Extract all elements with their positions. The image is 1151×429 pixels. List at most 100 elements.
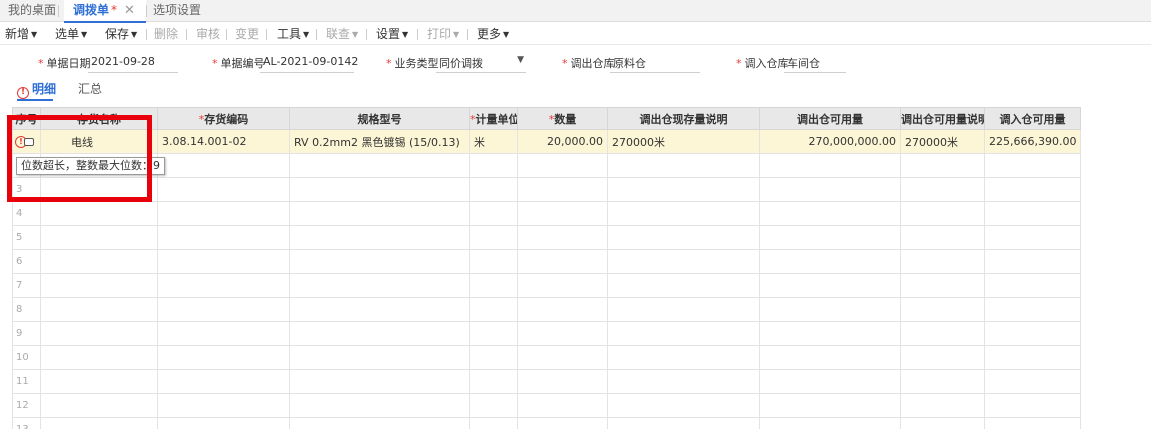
empty-cell[interactable] (40, 369, 158, 394)
table-row[interactable]: 10 (12, 345, 1081, 370)
empty-cell[interactable] (469, 201, 518, 226)
empty-cell[interactable] (759, 177, 901, 202)
col-out-avail-header[interactable]: 调出仓可用量 (759, 107, 901, 130)
empty-cell[interactable] (759, 225, 901, 250)
empty-cell[interactable] (157, 153, 290, 178)
empty-cell[interactable] (607, 153, 760, 178)
col-out-stock-desc-header[interactable]: 调出仓现存量说明 (607, 107, 760, 130)
empty-cell[interactable] (517, 273, 608, 298)
empty-cell[interactable] (157, 297, 290, 322)
table-row[interactable]: 3 (12, 177, 1081, 202)
empty-cell[interactable] (289, 417, 470, 429)
empty-cell[interactable] (984, 369, 1081, 394)
empty-cell[interactable] (517, 153, 608, 178)
empty-cell[interactable] (289, 201, 470, 226)
empty-cell[interactable] (984, 297, 1081, 322)
empty-cell[interactable] (517, 201, 608, 226)
empty-cell[interactable] (759, 393, 901, 418)
empty-cell[interactable] (289, 369, 470, 394)
empty-cell[interactable] (607, 417, 760, 429)
empty-cell[interactable] (289, 225, 470, 250)
col-code-header[interactable]: *存货编码 (157, 107, 290, 130)
empty-cell[interactable] (759, 249, 901, 274)
out-warehouse-input[interactable]: 原料仓 (610, 55, 700, 73)
empty-cell[interactable] (759, 153, 901, 178)
empty-cell[interactable] (469, 225, 518, 250)
save-button[interactable]: 保存 ▼ (105, 23, 137, 45)
empty-cell[interactable] (157, 177, 290, 202)
table-row[interactable]: 5 (12, 225, 1081, 250)
empty-cell[interactable] (607, 297, 760, 322)
new-button[interactable]: 新增 ▼ (5, 23, 37, 45)
print-button[interactable]: 打印 ▼ (427, 23, 459, 45)
empty-cell[interactable] (984, 345, 1081, 370)
empty-cell[interactable] (759, 369, 901, 394)
tab-options-settings[interactable]: 选项设置 (153, 0, 201, 22)
empty-cell[interactable] (900, 225, 985, 250)
empty-cell[interactable] (900, 417, 985, 429)
col-spec-header[interactable]: 规格型号 (289, 107, 470, 130)
empty-cell[interactable] (289, 393, 470, 418)
empty-cell[interactable] (900, 321, 985, 346)
empty-cell[interactable] (984, 321, 1081, 346)
empty-cell[interactable] (607, 177, 760, 202)
table-row[interactable]: 6 (12, 249, 1081, 274)
tools-button[interactable]: 工具 ▼ (277, 23, 309, 45)
empty-cell[interactable] (40, 345, 158, 370)
empty-cell[interactable] (157, 273, 290, 298)
table-row[interactable]: 电线 3.08.14.001-02 RV 0.2mm2 黑色镀锡 (15/0.1… (12, 129, 1081, 154)
empty-cell[interactable] (759, 417, 901, 429)
empty-cell[interactable] (40, 297, 158, 322)
tab-summary[interactable]: 汇总 (78, 80, 102, 98)
empty-cell[interactable] (900, 201, 985, 226)
in-avail-cell[interactable]: 225,666,390.00 (984, 129, 1081, 154)
empty-cell[interactable] (607, 273, 760, 298)
tab-my-desktop[interactable]: 我的桌面 (8, 0, 56, 22)
empty-cell[interactable] (984, 177, 1081, 202)
empty-cell[interactable] (607, 201, 760, 226)
empty-cell[interactable] (289, 153, 470, 178)
table-row[interactable]: 2 (12, 153, 1081, 178)
document-date-input[interactable]: 2021-09-28 (88, 55, 178, 73)
in-warehouse-input[interactable]: 车间仓 (784, 55, 846, 73)
empty-cell[interactable] (289, 273, 470, 298)
empty-cell[interactable] (607, 225, 760, 250)
empty-cell[interactable] (984, 273, 1081, 298)
empty-cell[interactable] (469, 153, 518, 178)
empty-cell[interactable] (469, 417, 518, 429)
empty-cell[interactable] (40, 225, 158, 250)
empty-cell[interactable] (607, 345, 760, 370)
table-row[interactable]: 4 (12, 201, 1081, 226)
col-qty-header[interactable]: *数量 (517, 107, 608, 130)
empty-cell[interactable] (607, 393, 760, 418)
empty-cell[interactable] (984, 225, 1081, 250)
empty-cell[interactable] (469, 369, 518, 394)
code-cell[interactable]: 3.08.14.001-02 (157, 129, 290, 154)
select-order-button[interactable]: 选单 ▼ (55, 23, 87, 45)
empty-cell[interactable] (289, 297, 470, 322)
empty-cell[interactable] (900, 249, 985, 274)
col-out-avail-desc-header[interactable]: 调出仓可用量说明 (900, 107, 985, 130)
document-code-input[interactable]: AL-2021-09-0142 (260, 55, 358, 73)
empty-cell[interactable] (157, 345, 290, 370)
empty-cell[interactable] (900, 369, 985, 394)
empty-cell[interactable] (40, 393, 158, 418)
empty-cell[interactable] (900, 153, 985, 178)
empty-cell[interactable] (40, 273, 158, 298)
table-row[interactable]: 8 (12, 297, 1081, 322)
business-type-select[interactable]: 同价调拨 ▼ (436, 55, 526, 73)
empty-cell[interactable] (984, 153, 1081, 178)
empty-cell[interactable] (469, 321, 518, 346)
table-row[interactable]: 7 (12, 273, 1081, 298)
empty-cell[interactable] (40, 201, 158, 226)
col-in-avail-header[interactable]: 调入仓可用量 (984, 107, 1081, 130)
empty-cell[interactable] (469, 297, 518, 322)
empty-cell[interactable] (40, 321, 158, 346)
empty-cell[interactable] (759, 297, 901, 322)
empty-cell[interactable] (157, 321, 290, 346)
empty-cell[interactable] (469, 273, 518, 298)
empty-cell[interactable] (984, 417, 1081, 429)
empty-cell[interactable] (157, 369, 290, 394)
empty-cell[interactable] (157, 225, 290, 250)
close-icon[interactable]: ✕ (124, 0, 135, 21)
